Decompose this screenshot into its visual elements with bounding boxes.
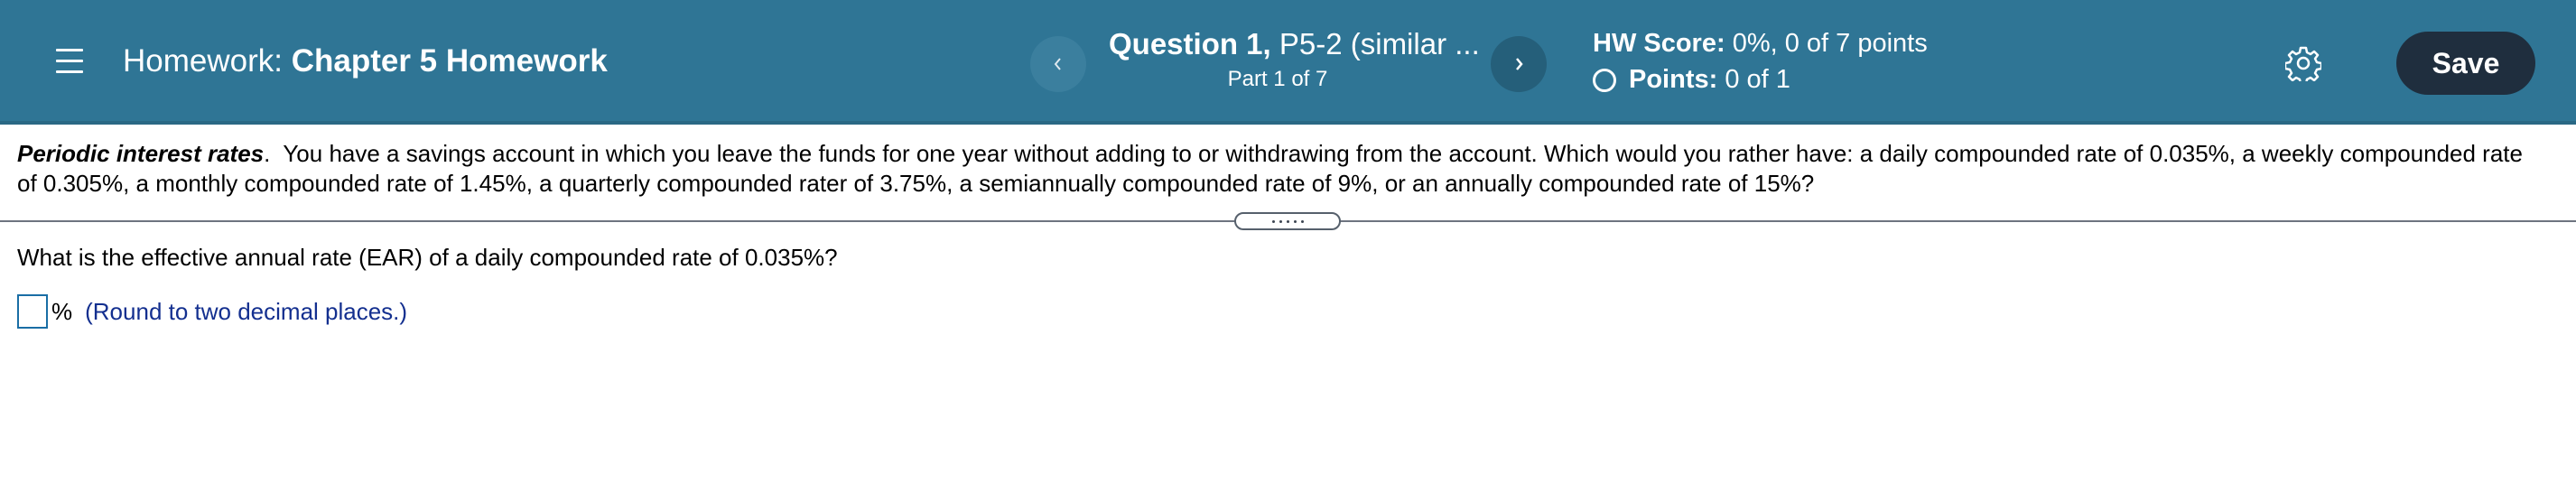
homework-title-prefix: Homework: (123, 43, 283, 79)
hw-score-label: HW Score: (1593, 29, 1725, 58)
homework-title-name: Chapter 5 Homework (291, 43, 608, 79)
hw-score: HW Score: 0%, 0 of 7 points (1593, 29, 1928, 59)
previous-question-button[interactable] (1030, 36, 1086, 92)
question-number: Question 1, (1109, 27, 1271, 60)
problem-heading-punct: . (264, 140, 271, 167)
save-button[interactable]: Save (2396, 32, 2535, 95)
resize-handle[interactable] (1234, 212, 1341, 230)
chevron-right-icon (1516, 58, 1523, 70)
percent-unit: % (51, 297, 73, 325)
menu-icon[interactable] (56, 47, 85, 74)
answer-row: % (Round to two decimal places.) (17, 294, 407, 329)
question-part: Part 1 of 7 (1227, 67, 1328, 91)
hw-score-value: 0%, 0 of 7 points (1732, 29, 1928, 58)
question-name: P5-2 (similar ... (1279, 27, 1480, 60)
problem-text-line2: of 0.305%, a monthly compounded rate of … (17, 170, 1815, 197)
homework-title: Homework: Chapter 5 Homework (123, 43, 608, 79)
chevron-left-icon (1054, 58, 1061, 70)
rounding-hint: (Round to two decimal places.) (85, 297, 408, 325)
circle-status-icon (1593, 68, 1616, 92)
problem-heading: Periodic interest rates (17, 140, 265, 167)
points: Points: 0 of 1 (1593, 65, 1790, 95)
part-question: What is the effective annual rate (EAR) … (17, 244, 838, 271)
problem-statement: Periodic interest rates. You have a savi… (17, 139, 2559, 199)
question-title: Question 1, P5-2 (similar ... (1109, 27, 1480, 61)
problem-text-line1: You have a savings account in which you … (283, 140, 2523, 167)
points-label: Points: (1629, 65, 1718, 94)
points-value: 0 of 1 (1725, 65, 1790, 94)
answer-input[interactable] (17, 294, 48, 329)
top-bar: Homework: Chapter 5 Homework Question 1,… (0, 0, 2576, 125)
gear-icon[interactable] (2285, 45, 2321, 81)
next-question-button[interactable] (1491, 36, 1547, 92)
